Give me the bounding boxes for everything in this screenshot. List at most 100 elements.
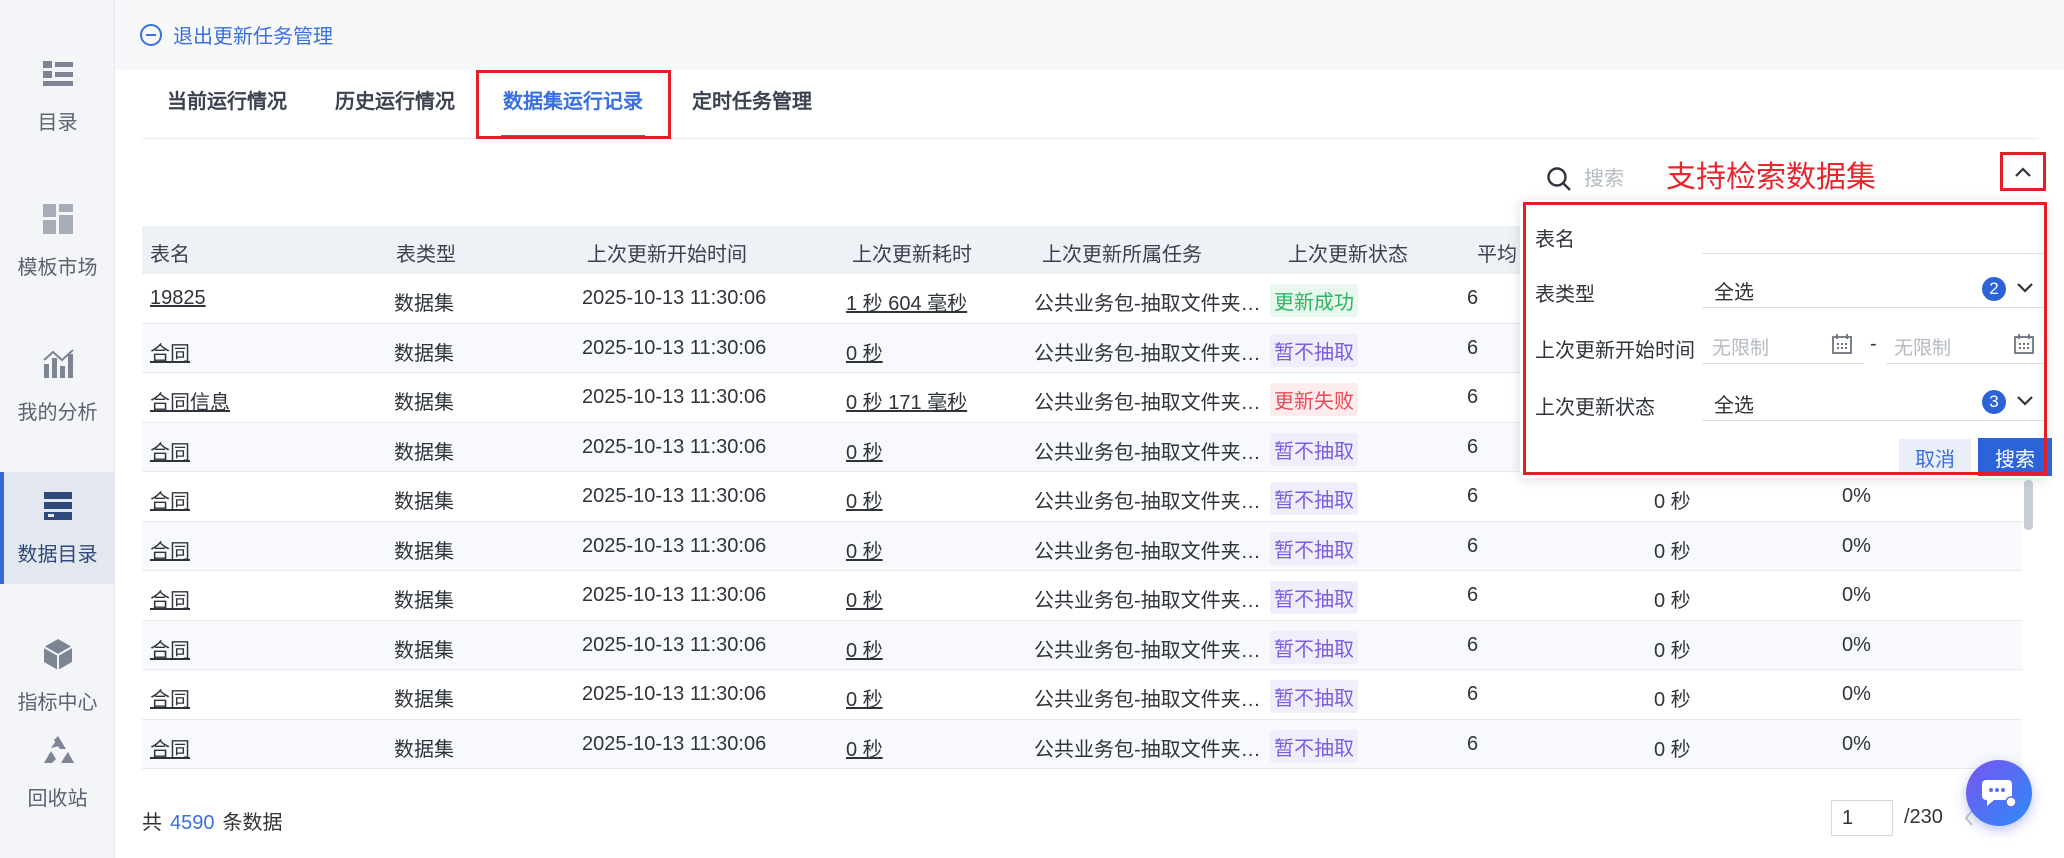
status-badge: 暂不抽取 [1270,680,1358,713]
status-badge: 暂不抽取 [1270,333,1358,367]
column-header: 上次更新开始时间 [587,244,747,266]
avg-value: 6 [1467,633,1479,656]
tab-history-run[interactable]: 历史运行情况 [335,70,455,139]
start-time: 2025-10-13 11:30:06 [582,683,767,705]
chevron-down-icon [2017,396,2033,406]
list-icon [42,61,73,86]
table-type: 数据集 [394,639,454,662]
sidebar-item-catalog[interactable]: 目录 [0,40,115,140]
start-time: 2025-10-13 11:30:06 [582,386,767,408]
sidebar-item-label: 目录 [37,112,78,134]
search-icon[interactable] [1546,166,1572,192]
duration-link[interactable]: 0 秒 [846,683,883,712]
avg-value: 6 [1467,584,1479,606]
table-row[interactable]: 合同 数据集 2025-10-13 11:30:06 0 秒 公共业务包-抽取文… [142,521,2022,571]
grid-icon [42,204,73,234]
page-total: /230 [1904,806,1943,828]
table-type: 数据集 [394,738,454,761]
table-row[interactable]: 合同 数据集 2025-10-13 11:30:06 0 秒 公共业务包-抽取文… [142,472,2022,522]
task-name: 公共业务包-抽取文件夹… [1034,441,1261,464]
duration-link[interactable]: 0 秒 [846,436,883,465]
tab-current-run[interactable]: 当前运行情况 [167,70,287,139]
task-name: 公共业务包-抽取文件夹… [1034,689,1261,711]
minus-circle-icon [140,23,162,46]
table-name-link[interactable]: 合同 [150,535,190,564]
search-button[interactable]: 搜索 [1978,438,2052,476]
table-row[interactable]: 合同 数据集 2025-10-13 11:30:06 0 秒 公共业务包-抽取文… [142,620,2022,670]
start-time: 2025-10-13 11:30:06 [582,485,767,507]
table-name-link[interactable]: 合同 [150,683,190,712]
sidebar-item-template-market[interactable]: 模板市场 [0,185,115,285]
database-icon [43,492,72,520]
filter-time-label: 上次更新开始时间 [1535,340,1695,362]
table-name-link[interactable]: 合同 [150,733,190,762]
table-type: 数据集 [394,441,454,464]
time-from-placeholder: 无限制 [1712,338,1770,359]
table-name-link[interactable]: 合同 [150,485,190,514]
duration-link[interactable]: 1 秒 604 毫秒 [846,287,967,316]
status-badge: 更新失败 [1270,383,1358,416]
filter-name-input[interactable] [1702,214,2044,254]
column-header: 上次更新状态 [1288,244,1408,266]
sidebar-item-my-analysis[interactable]: 我的分析 [0,330,115,430]
table-name-link[interactable]: 合同 [150,337,190,366]
column-header: 表名 [150,244,190,266]
col8-value: 0 秒 [1654,491,1691,513]
duration-link[interactable]: 0 秒 [846,733,883,762]
table-row[interactable]: 合同 数据集 2025-10-13 11:30:06 0 秒 公共业务包-抽取文… [142,571,2022,621]
duration-link[interactable]: 0 秒 [846,485,883,514]
table-name-link[interactable]: 合同 [150,584,190,613]
col9-value: 0% [1842,683,1871,705]
start-time: 2025-10-13 11:30:06 [582,584,767,606]
task-name: 公共业务包-抽取文件夹… [1034,491,1261,513]
task-name: 公共业务包-抽取文件夹… [1034,738,1261,761]
left-sidebar: 目录 模板市场 我的分析 数据目录 指标中心 回收站 [0,0,115,858]
table-row[interactable]: 合同 数据集 2025-10-13 11:30:06 0 秒 公共业务包-抽取文… [142,719,2022,769]
sidebar-item-recycle-bin[interactable]: 回收站 [0,716,115,816]
duration-link[interactable]: 0 秒 171 毫秒 [846,386,967,415]
avg-value: 6 [1467,732,1479,755]
task-name: 公共业务包-抽取文件夹… [1034,590,1261,612]
calendar-icon[interactable] [1831,333,1853,355]
duration-link[interactable]: 0 秒 [846,535,883,564]
table-name-link[interactable]: 19825 [150,287,206,310]
col8-value: 0 秒 [1654,738,1691,761]
collapse-filter-button[interactable] [2000,152,2046,191]
total-prefix: 共 [142,812,162,834]
table-name-link[interactable]: 合同 [150,436,190,465]
duration-link[interactable]: 0 秒 [846,337,883,366]
vertical-scrollbar[interactable] [2024,480,2033,530]
total-count: 共 4590 条数据 [142,806,283,835]
sidebar-item-data-catalog[interactable]: 数据目录 [0,472,115,584]
chat-assistant-button[interactable] [1966,760,2032,826]
task-name: 公共业务包-抽取文件夹… [1034,342,1261,365]
page-number-input[interactable] [1831,800,1893,836]
duration-link[interactable]: 0 秒 [846,584,883,613]
status-badge: 暂不抽取 [1270,531,1358,565]
calendar-icon[interactable] [2013,333,2035,355]
exit-label: 退出更新任务管理 [173,26,333,48]
task-name: 公共业务包-抽取文件夹… [1034,392,1261,414]
start-time: 2025-10-13 11:30:06 [582,287,767,309]
table-name-link[interactable]: 合同 [150,634,190,663]
time-to-placeholder: 无限制 [1894,338,1952,359]
table-type: 数据集 [394,689,454,711]
status-badge: 暂不抽取 [1270,630,1358,664]
duration-link[interactable]: 0 秒 [846,634,883,663]
column-header: 表类型 [396,244,456,266]
column-header: 上次更新耗时 [852,244,972,266]
status-badge: 暂不抽取 [1270,581,1358,614]
table-row[interactable]: 合同 数据集 2025-10-13 11:30:06 0 秒 公共业务包-抽取文… [142,670,2022,720]
sidebar-item-metric-center[interactable]: 指标中心 [0,620,115,720]
col8-value: 0 秒 [1654,639,1691,662]
exit-update-task-link[interactable]: 退出更新任务管理 [139,20,333,49]
table-name-link[interactable]: 合同信息 [150,386,230,415]
col9-value: 0% [1842,732,1871,755]
task-name: 公共业务包-抽取文件夹… [1034,639,1261,662]
avg-value: 6 [1467,534,1479,557]
annotation-text: 支持检索数据集 [1666,161,1876,194]
cancel-button[interactable]: 取消 [1899,439,1971,475]
filter-name-label: 表名 [1535,229,1575,251]
tab-scheduled-tasks[interactable]: 定时任务管理 [692,70,812,139]
col9-value: 0% [1842,584,1871,606]
